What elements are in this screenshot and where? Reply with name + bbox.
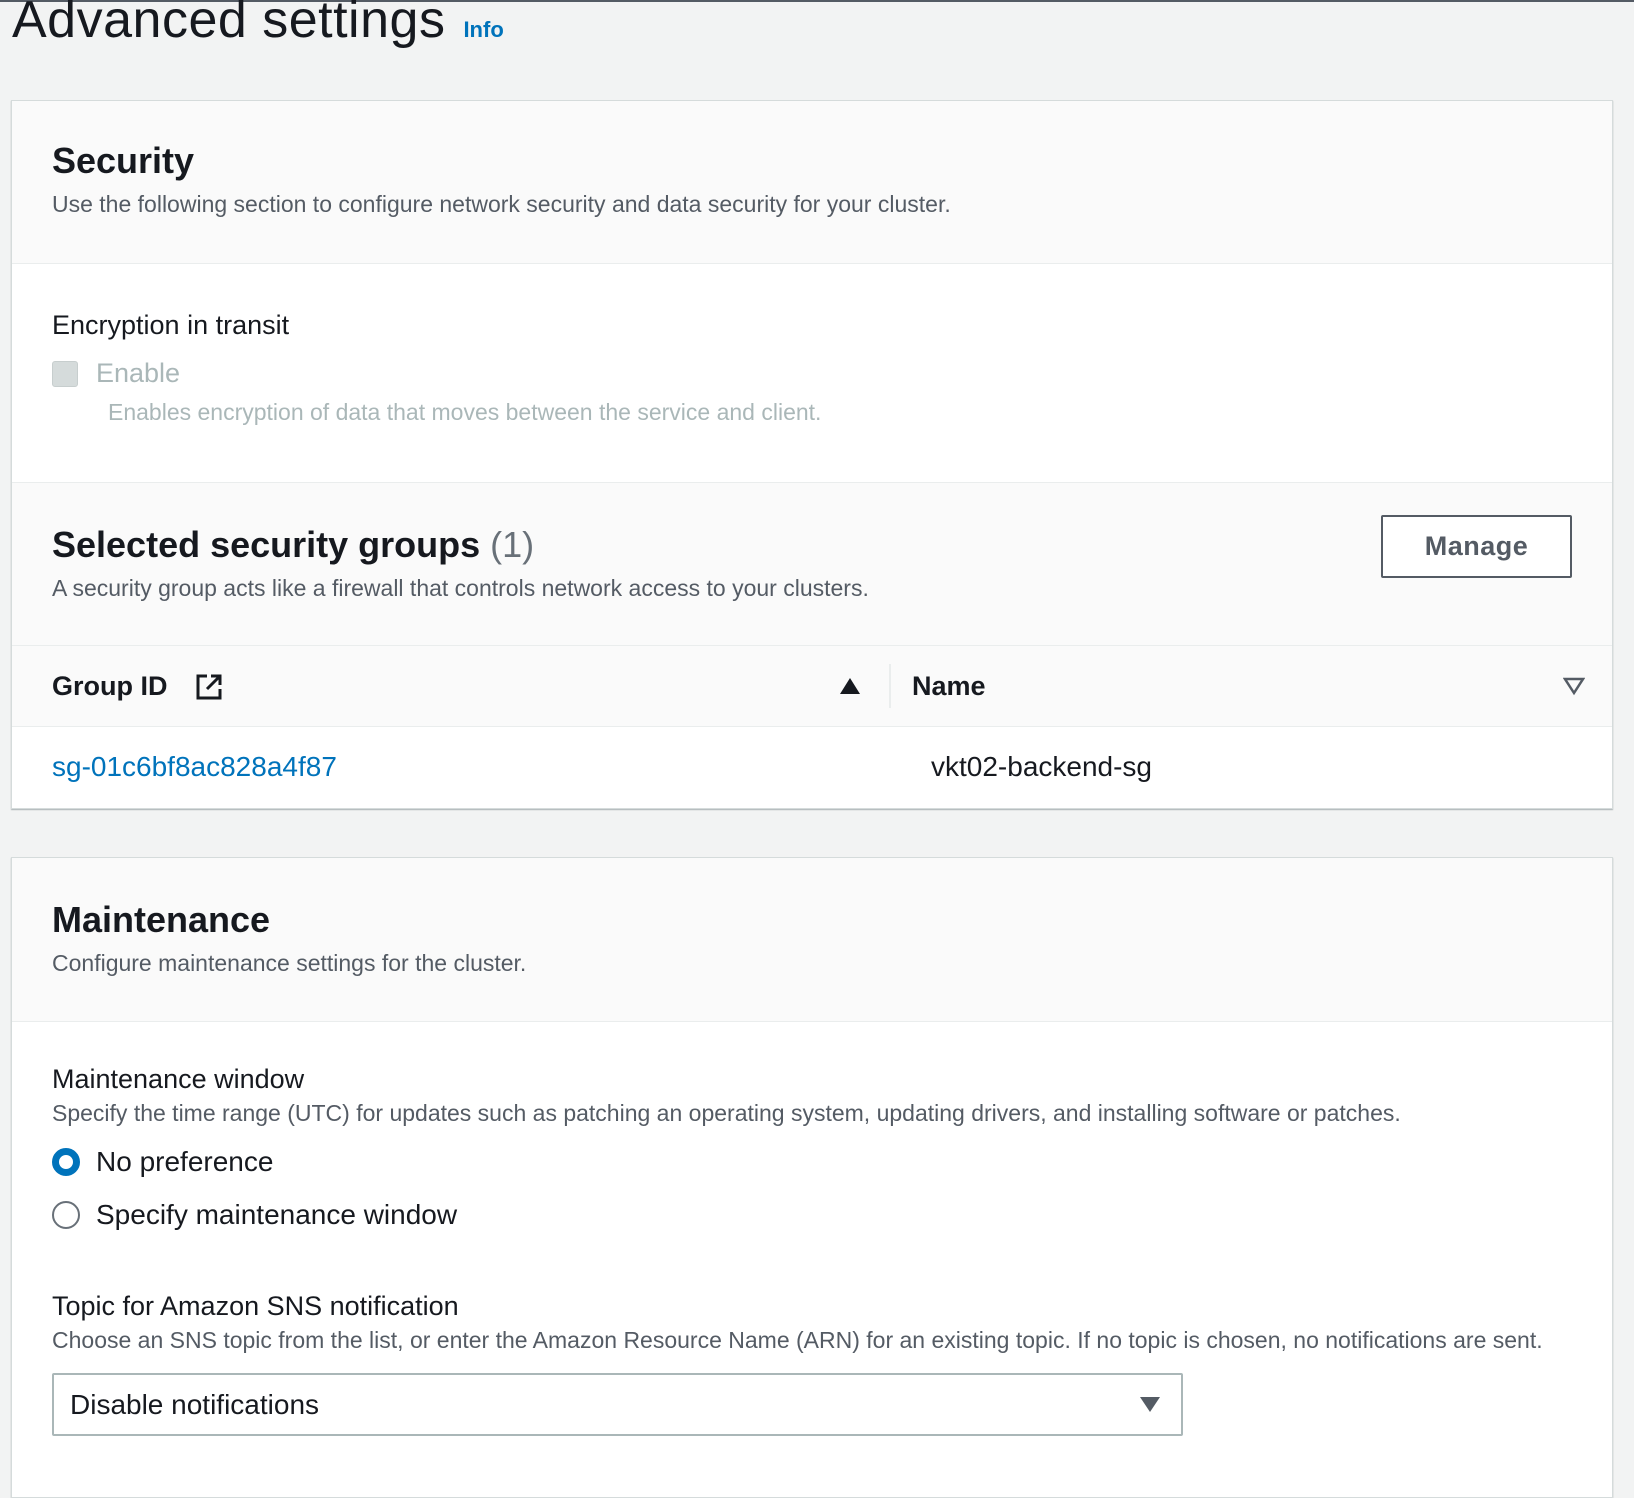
encryption-in-transit-field: Encryption in transit Enable Enables enc… xyxy=(12,264,1612,483)
maintenance-panel: Maintenance Configure maintenance settin… xyxy=(11,857,1613,1498)
sns-topic-label: Topic for Amazon SNS notification xyxy=(52,1291,459,1321)
sns-topic-select[interactable]: Disable notifications xyxy=(52,1373,1183,1436)
security-group-name: vkt02-backend-sg xyxy=(931,750,1153,782)
enable-encryption-checkbox-row: Enable xyxy=(52,358,1572,389)
sns-topic-selected-value: Disable notifications xyxy=(70,1388,320,1420)
maintenance-title: Maintenance xyxy=(52,899,271,940)
maintenance-body: Maintenance window Specify the time rang… xyxy=(12,1022,1612,1436)
sns-topic-field: Topic for Amazon SNS notification Choose… xyxy=(52,1289,1572,1436)
security-groups-title-row: Selected security groups (1) xyxy=(52,523,1572,567)
security-groups-table-header: Group ID Name xyxy=(12,646,1612,727)
maintenance-window-field: Maintenance window Specify the time rang… xyxy=(52,1062,1572,1231)
info-link[interactable]: Info xyxy=(463,17,503,43)
security-groups-description: A security group acts like a firewall th… xyxy=(52,575,869,601)
radio-label-specify-window: Specify maintenance window xyxy=(96,1199,458,1230)
radio-button-unselected[interactable] xyxy=(52,1201,80,1229)
maintenance-window-label: Maintenance window xyxy=(52,1064,305,1094)
table-row: sg-01c6bf8ac828a4f87 vkt02-backend-sg xyxy=(12,727,1612,806)
security-group-id-link[interactable]: sg-01c6bf8ac828a4f87 xyxy=(52,727,337,806)
sort-ascending-icon[interactable] xyxy=(839,676,861,696)
security-description: Use the following section to configure n… xyxy=(52,191,951,217)
security-panel: Security Use the following section to co… xyxy=(11,100,1613,809)
encryption-label: Encryption in transit xyxy=(52,310,290,340)
manage-button[interactable]: Manage xyxy=(1381,515,1572,578)
maintenance-window-description: Specify the time range (UTC) for updates… xyxy=(52,1100,1401,1126)
chevron-down-icon xyxy=(1140,1397,1160,1412)
column-label-name: Name xyxy=(912,671,986,701)
page-header: Advanced settings Info xyxy=(12,0,504,52)
column-header-name[interactable]: Name xyxy=(912,646,1592,727)
security-title: Security xyxy=(52,140,195,181)
maintenance-description: Configure maintenance settings for the c… xyxy=(52,950,527,976)
enable-encryption-label: Enable xyxy=(96,358,181,388)
radio-button-selected[interactable] xyxy=(52,1148,80,1176)
enable-encryption-checkbox xyxy=(52,360,78,387)
column-label-group-id: Group ID xyxy=(52,671,168,701)
page-title: Advanced settings xyxy=(12,0,446,49)
security-groups-count: (1) xyxy=(490,524,535,565)
sns-topic-description: Choose an SNS topic from the list, or en… xyxy=(52,1327,1543,1353)
maintenance-header: Maintenance Configure maintenance settin… xyxy=(12,858,1612,1022)
security-groups-header: Selected security groups (1) A security … xyxy=(12,483,1612,646)
sort-unsorted-icon[interactable] xyxy=(1563,676,1585,696)
radio-no-preference[interactable]: No preference xyxy=(52,1146,1572,1178)
enable-encryption-description: Enables encryption of data that moves be… xyxy=(108,399,822,425)
radio-label-no-preference: No preference xyxy=(96,1146,274,1177)
radio-specify-window[interactable]: Specify maintenance window xyxy=(52,1199,1572,1231)
column-divider xyxy=(889,664,891,708)
security-groups-title: Selected security groups xyxy=(52,524,481,565)
external-link-icon[interactable] xyxy=(194,672,224,702)
column-header-group-id[interactable]: Group ID xyxy=(52,646,872,727)
security-header: Security Use the following section to co… xyxy=(12,101,1612,264)
